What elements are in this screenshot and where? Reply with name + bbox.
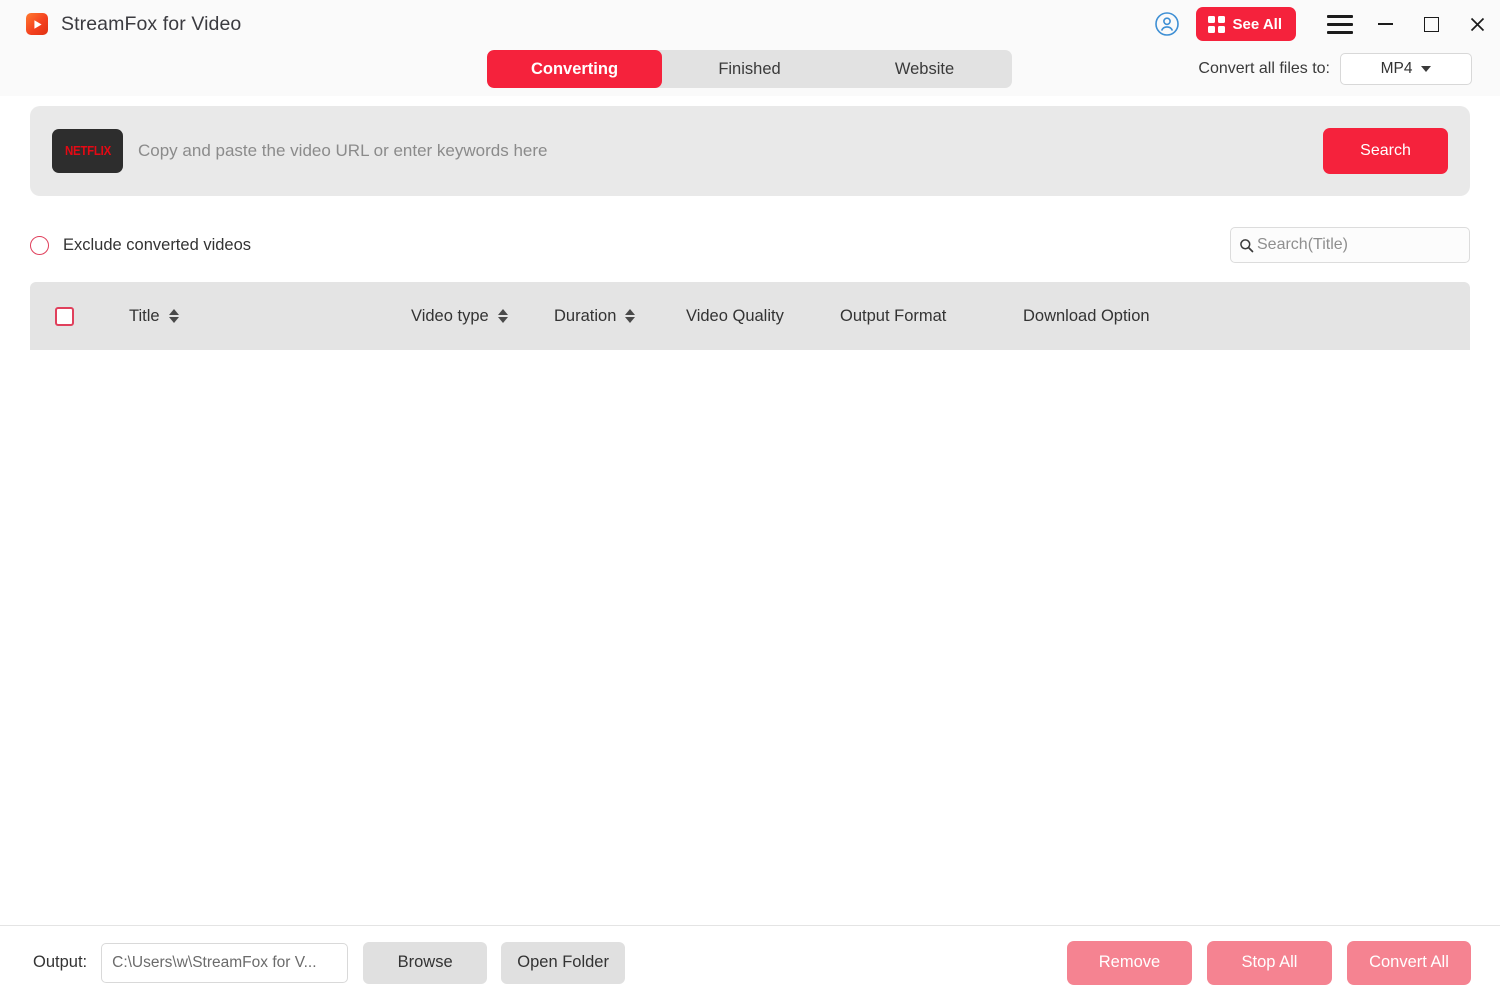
close-icon[interactable] [1454, 0, 1500, 48]
remove-button[interactable]: Remove [1067, 940, 1192, 985]
exclude-converted-label: Exclude converted videos [63, 235, 252, 254]
tab-row: Converting Finished Website Convert all … [0, 48, 1500, 96]
see-all-button[interactable]: See All [1195, 7, 1296, 41]
column-label-download-option: Download Option [1023, 306, 1150, 325]
play-triangle-icon [26, 13, 48, 35]
netflix-site-badge[interactable]: NETFLIX [52, 129, 123, 173]
column-header-title[interactable]: Title [129, 307, 179, 326]
column-header-download-option: Download Option [1023, 307, 1150, 326]
title-bar: StreamFox for Video See All [0, 0, 1500, 48]
column-label-video-quality: Video Quality [686, 306, 784, 325]
convert-all-button[interactable]: Convert All [1347, 940, 1471, 985]
browse-button[interactable]: Browse [363, 941, 488, 984]
open-folder-button[interactable]: Open Folder [501, 941, 626, 984]
column-header-video-quality: Video Quality [686, 307, 784, 326]
tab-finished[interactable]: Finished [662, 50, 837, 88]
output-format-select[interactable]: MP4 [1340, 53, 1472, 85]
action-button-group: Remove Stop All Convert All [1067, 940, 1471, 985]
stop-all-button[interactable]: Stop All [1207, 940, 1332, 985]
tab-group: Converting Finished Website [487, 50, 1012, 88]
table-header-row: Title Video type Duration Video Quality … [30, 282, 1470, 350]
window-controls: See All [1150, 0, 1500, 48]
output-label: Output: [33, 953, 88, 971]
application-window: StreamFox for Video See All Converting F… [0, 0, 1500, 999]
output-format-value: MP4 [1380, 60, 1413, 77]
search-button[interactable]: Search [1323, 128, 1448, 174]
column-label-video-type: Video type [411, 306, 489, 325]
maximize-icon[interactable] [1408, 0, 1454, 48]
brand: StreamFox for Video [0, 13, 241, 36]
main-content: NETFLIX Search Exclude converted videos [0, 96, 1500, 925]
filter-row: Exclude converted videos [30, 214, 1470, 276]
sort-arrows-icon [497, 309, 508, 323]
app-title: StreamFox for Video [61, 12, 242, 35]
bottom-bar: Output: C:\Users\w\StreamFox for V... Br… [0, 925, 1500, 999]
tab-website[interactable]: Website [837, 50, 1012, 88]
grid-squares-icon [1207, 15, 1225, 33]
magnifier-icon [1239, 238, 1255, 253]
chevron-down-icon [1421, 66, 1432, 72]
column-header-output-format: Output Format [840, 307, 946, 326]
column-label-output-format: Output Format [840, 306, 947, 325]
sort-arrows-icon [168, 309, 179, 323]
column-label-duration: Duration [554, 306, 617, 325]
hamburger-menu-icon[interactable] [1318, 0, 1362, 48]
output-path-field[interactable]: C:\Users\w\StreamFox for V... [101, 942, 349, 983]
video-url-input[interactable] [123, 129, 1297, 173]
title-search-field[interactable] [1230, 227, 1470, 263]
tab-converting[interactable]: Converting [487, 50, 662, 88]
radio-circle-icon [30, 235, 49, 255]
exclude-converted-toggle[interactable]: Exclude converted videos [30, 235, 252, 255]
convert-all-format-control: Convert all files to: MP4 [1198, 53, 1472, 85]
column-header-duration[interactable]: Duration [554, 306, 636, 326]
select-all-checkbox[interactable] [55, 306, 74, 326]
url-input-panel: NETFLIX Search [30, 106, 1470, 196]
column-label-title: Title [129, 306, 160, 325]
sort-arrows-icon [625, 309, 636, 323]
title-search-input[interactable] [1257, 236, 1464, 254]
convert-all-label: Convert all files to: [1198, 60, 1330, 77]
user-account-icon[interactable] [1150, 7, 1184, 41]
minimize-icon[interactable] [1362, 0, 1408, 48]
column-header-video-type[interactable]: Video type [411, 307, 508, 326]
table-body-empty [30, 350, 1470, 925]
netflix-logo-text: NETFLIX [64, 144, 111, 158]
see-all-label: See All [1232, 15, 1282, 33]
